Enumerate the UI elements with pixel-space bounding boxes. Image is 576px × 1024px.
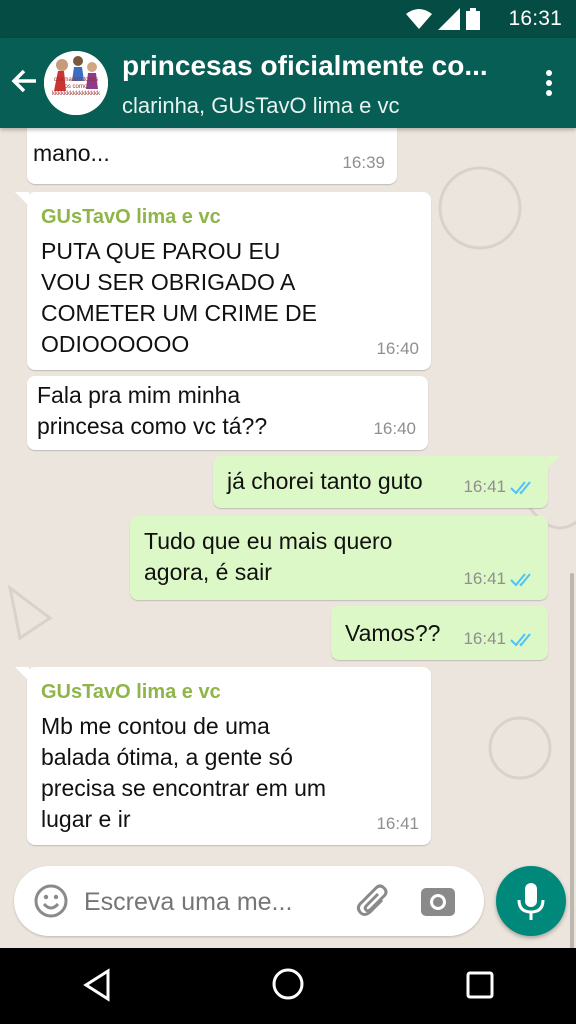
sender-name[interactable]: GUsTavO lima e vc (41, 679, 326, 705)
message-text-line: ODIOOOOOO (41, 331, 190, 357)
message-bubble[interactable]: Vamos?? 16:41 (331, 606, 548, 660)
group-avatar[interactable]: chamando todos os corno kkkkkkkkkkkkkkkk (44, 51, 108, 115)
message-bubble[interactable]: Tudo que eu mais quero agora, é sair 16:… (130, 516, 548, 600)
chat-header: chamando todos os corno kkkkkkkkkkkkkkkk… (0, 38, 576, 128)
message-text: já chorei tanto guto (227, 468, 423, 494)
microphone-icon (517, 883, 545, 920)
message-text-line: COMETER UM CRIME DE (41, 300, 317, 326)
message-text-line: VOU SER OBRIGADO A (41, 269, 296, 295)
message-text-line: Fala pra mim minha (37, 382, 241, 408)
sender-name[interactable]: GUsTavO lima e vc (41, 204, 317, 230)
message-text-line: Mb me contou de uma (41, 713, 270, 739)
message-text: mano... (33, 140, 110, 166)
double-check-read-icon (510, 632, 531, 646)
message-composer (14, 866, 484, 936)
message-time: 16:40 (376, 339, 419, 358)
message-bubble[interactable]: GUsTavO lima e vc Mb me contou de uma ba… (15, 667, 431, 845)
status-icons (406, 8, 480, 30)
message-time: 16:41 (463, 477, 506, 496)
message-text: Vamos?? (345, 620, 441, 646)
message-text-line: balada ótima, a gente só (41, 744, 293, 770)
message-text-line: agora, é sair (144, 559, 272, 585)
voice-record-button[interactable] (496, 866, 566, 936)
message-time: 16:41 (463, 569, 506, 588)
double-check-read-icon (510, 480, 531, 494)
attach-paperclip-icon[interactable] (354, 882, 394, 922)
message-time: 16:41 (376, 814, 419, 833)
status-time: 16:31 (508, 7, 562, 30)
chat-title[interactable]: princesas oficialmente co... (122, 50, 522, 82)
system-nav-bar (0, 948, 576, 1024)
message-input[interactable] (82, 884, 336, 920)
nav-home-icon[interactable] (270, 966, 306, 1002)
signal-icon (438, 8, 460, 30)
overflow-menu-icon[interactable] (544, 70, 554, 100)
nav-back-icon[interactable] (80, 968, 114, 1002)
message-bubble[interactable]: Fala pra mim minha princesa como vc tá??… (27, 376, 428, 450)
message-text-line: precisa se encontrar em um (41, 775, 327, 801)
scrollbar[interactable] (570, 573, 574, 948)
message-text-line: Tudo que eu mais quero (144, 528, 393, 554)
message-text-line: lugar e ir (41, 806, 131, 832)
message-text-line: princesa como vc tá?? (37, 413, 268, 439)
status-bar: 16:31 (0, 0, 576, 38)
message-time: 16:41 (463, 629, 506, 648)
message-time: 16:40 (373, 419, 416, 438)
avatar-caption: chamando todos os corno kkkkkkkkkkkkkkkk (52, 77, 100, 97)
message-bubble[interactable]: mano... 16:39 (27, 128, 397, 184)
message-time: 16:39 (342, 153, 385, 172)
nav-recents-icon[interactable] (465, 970, 495, 1000)
battery-icon (466, 8, 480, 30)
chat-participants[interactable]: clarinha, GUsTavO lima e vc (122, 93, 522, 119)
back-arrow-icon[interactable] (6, 64, 42, 100)
wifi-icon (406, 9, 432, 29)
emoji-icon[interactable] (34, 884, 68, 918)
double-check-read-icon (510, 572, 531, 586)
camera-icon[interactable] (420, 883, 456, 919)
message-bubble[interactable]: GUsTavO lima e vc PUTA QUE PAROU EU VOU … (15, 192, 431, 370)
message-text-line: PUTA QUE PAROU EU (41, 238, 281, 264)
message-bubble[interactable]: já chorei tanto guto 16:41 (213, 456, 560, 508)
message-list[interactable]: mano... 16:39 GUsTavO lima e vc PUTA QUE… (0, 128, 576, 948)
